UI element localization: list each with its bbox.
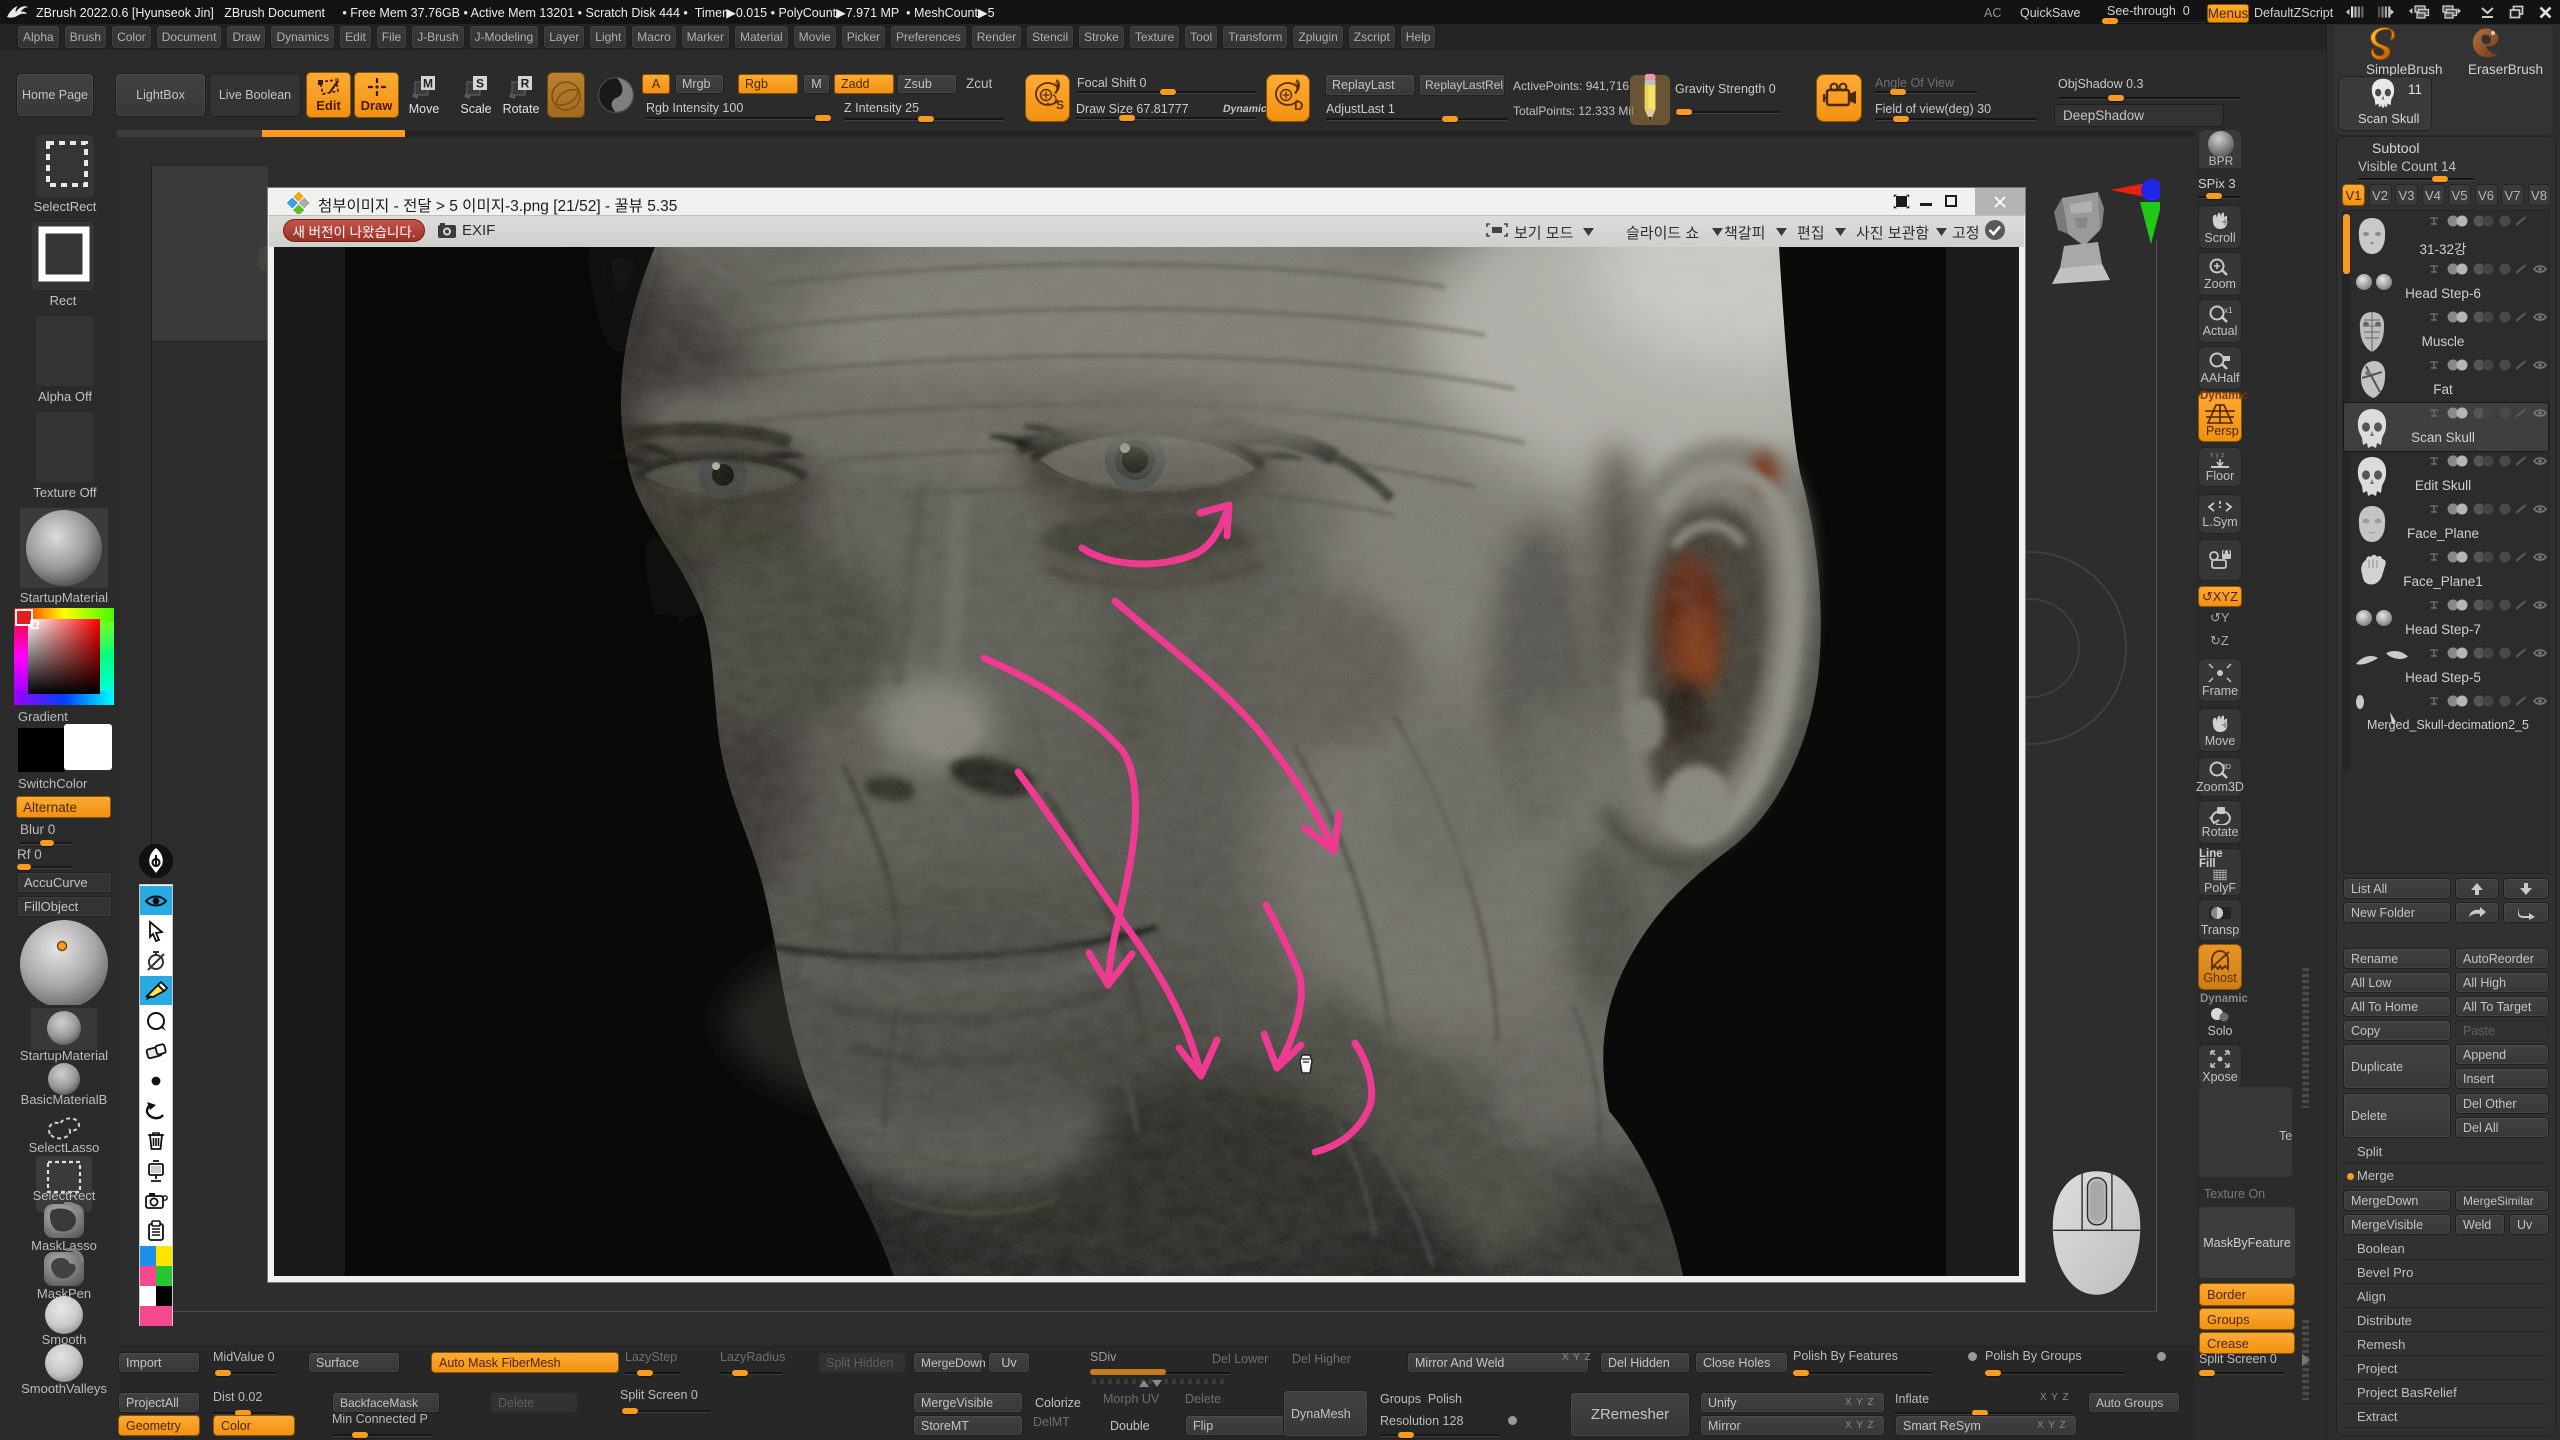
svg-text:x y z: x y z [2210, 452, 2225, 459]
svg-text:S: S [1056, 98, 1064, 112]
svg-text:D: D [1294, 98, 1303, 113]
svg-text:3D: 3D [2222, 764, 2231, 771]
svg-text:R: R [521, 77, 530, 91]
svg-text:x1: x1 [2224, 306, 2233, 315]
svg-text:M: M [423, 77, 433, 91]
svg-text:S: S [476, 77, 484, 91]
svg-text:BPR: BPR [2209, 154, 2234, 168]
